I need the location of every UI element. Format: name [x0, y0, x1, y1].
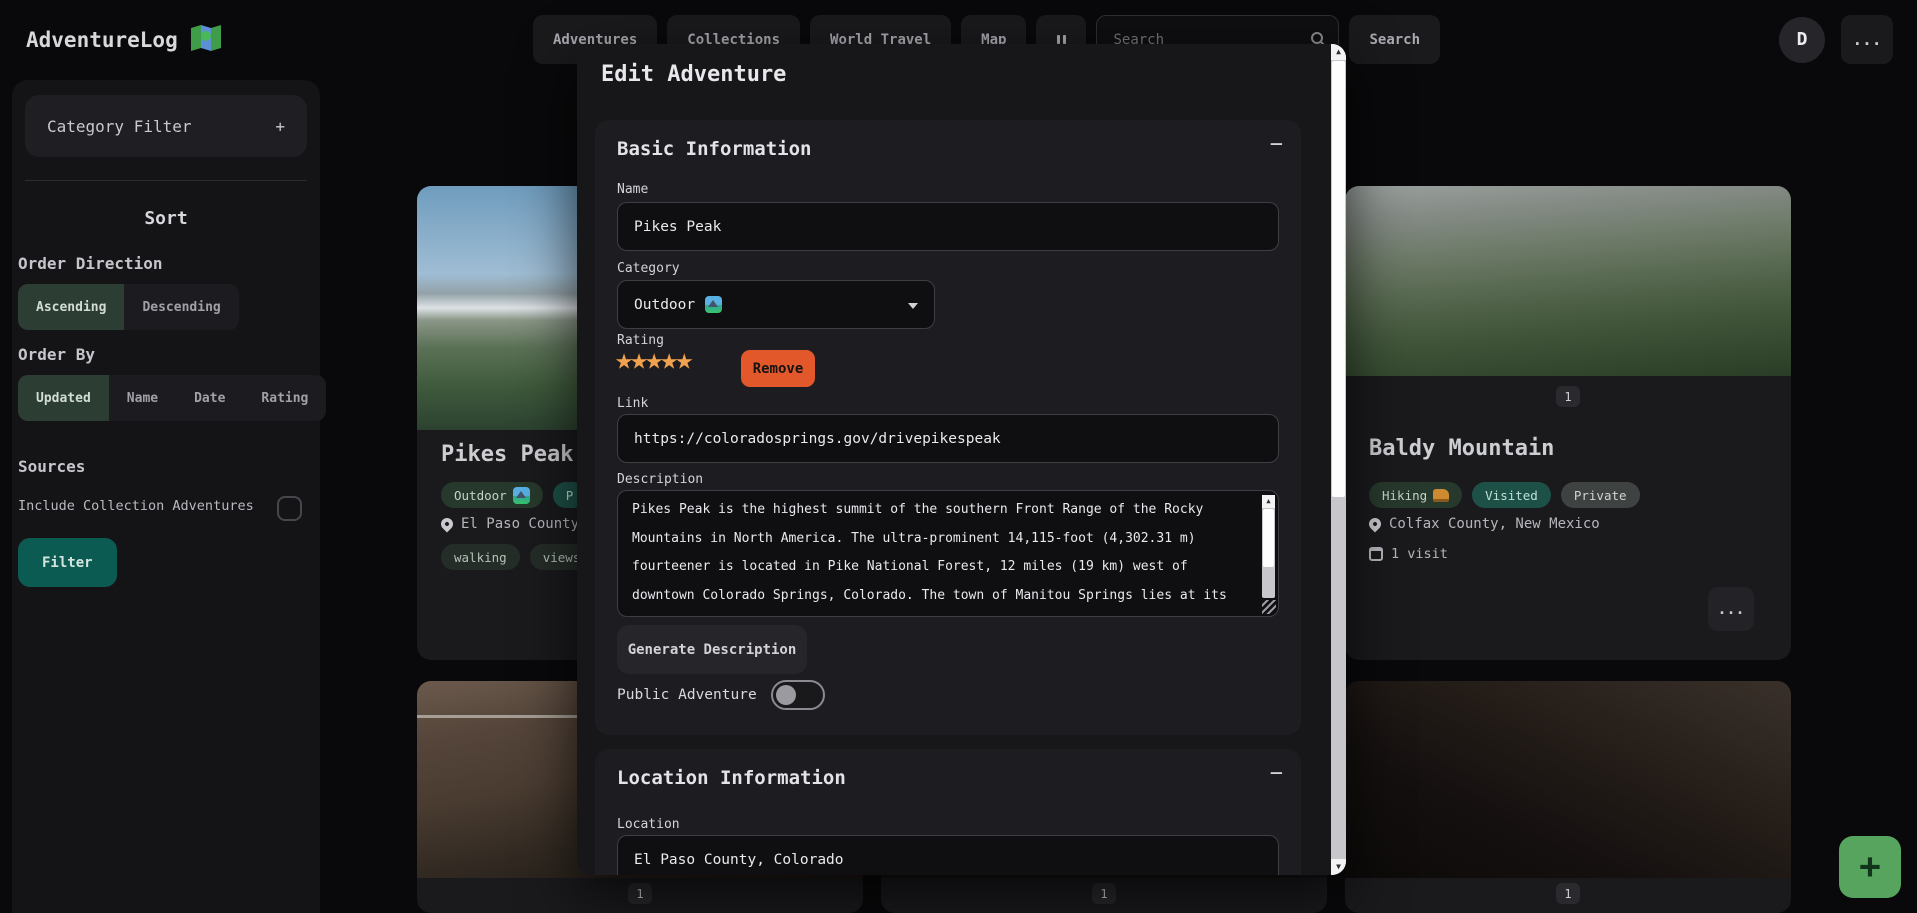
- tag-badge: walking: [441, 544, 520, 570]
- scroll-up-icon[interactable]: ▲: [1331, 44, 1346, 60]
- include-collection-row: Include Collection Adventures: [18, 498, 312, 514]
- category-value: Outdoor: [634, 297, 695, 313]
- remove-rating-button[interactable]: Remove: [741, 350, 815, 387]
- baldy-mountain-photo: [1345, 186, 1791, 376]
- generate-description-button[interactable]: Generate Description: [617, 625, 807, 674]
- location-field[interactable]: [617, 835, 1279, 875]
- filter-button[interactable]: Filter: [18, 538, 117, 587]
- order-by-updated-button[interactable]: Updated: [18, 375, 109, 421]
- order-direction-group: Ascending Descending: [18, 284, 239, 330]
- card-menu-button[interactable]: ...: [1708, 587, 1754, 631]
- toggle-knob: [776, 685, 796, 705]
- category-badge: Outdoor: [441, 482, 543, 508]
- location-pin-icon: [439, 516, 456, 533]
- search-button[interactable]: Search: [1349, 15, 1440, 64]
- order-direction-label: Order Direction: [18, 254, 163, 273]
- category-filter-card[interactable]: Category Filter +: [25, 95, 307, 157]
- section-title: Basic Information: [617, 138, 811, 160]
- card-tags: walking views: [441, 544, 593, 570]
- adventure-card-dunes[interactable]: 1: [1345, 681, 1791, 913]
- visit-count-badge: 1: [628, 883, 652, 904]
- chevron-down-icon: [908, 303, 918, 309]
- description-scrollbar-thumb[interactable]: [1263, 509, 1274, 567]
- avatar[interactable]: D: [1779, 17, 1825, 63]
- calendar-icon: [1369, 547, 1383, 561]
- card-badges: Hiking Visited Private: [1369, 482, 1640, 508]
- order-by-name-button[interactable]: Name: [109, 375, 176, 421]
- collapse-section-button[interactable]: −: [1270, 132, 1283, 157]
- location-pin-icon: [1367, 516, 1384, 533]
- app-root: AdventureLog Adventures Collections Worl…: [0, 0, 1917, 913]
- card-badges: Outdoor P: [441, 482, 586, 508]
- visit-count-badge: 1: [1556, 883, 1580, 904]
- visited-badge: Visited: [1472, 482, 1551, 508]
- sort-heading: Sort: [12, 208, 320, 229]
- card-location-row: Colfax County, New Mexico: [1369, 516, 1600, 532]
- description-label: Description: [617, 472, 703, 487]
- edit-adventure-modal: Edit Adventure Basic Information − Name …: [577, 44, 1346, 875]
- link-label: Link: [617, 396, 648, 411]
- scroll-up-icon[interactable]: ▲: [1262, 495, 1275, 508]
- modal-scrollbar-thumb[interactable]: [1332, 61, 1345, 497]
- filter-sidebar: Category Filter + Sort Order Direction A…: [12, 80, 320, 913]
- public-adventure-label: Public Adventure: [617, 687, 757, 703]
- card-title[interactable]: Pikes Peak: [441, 442, 573, 467]
- sidebar-divider: [25, 180, 307, 181]
- nav-right-cluster: D ...: [1779, 15, 1893, 64]
- add-adventure-fab[interactable]: +: [1839, 836, 1901, 898]
- basic-information-section: Basic Information − Name Category Outdoo…: [595, 120, 1301, 735]
- category-label: Category: [617, 261, 680, 276]
- public-adventure-row: Public Adventure: [617, 680, 825, 710]
- order-ascending-button[interactable]: Ascending: [18, 284, 124, 330]
- brand[interactable]: AdventureLog: [26, 24, 222, 56]
- order-by-date-button[interactable]: Date: [176, 375, 243, 421]
- resize-grip[interactable]: [1262, 600, 1276, 614]
- include-collection-label: Include Collection Adventures: [18, 498, 254, 514]
- order-by-group: Updated Name Date Rating: [18, 375, 326, 421]
- privacy-badge: Private: [1561, 482, 1640, 508]
- order-descending-button[interactable]: Descending: [124, 284, 238, 330]
- card-title[interactable]: Baldy Mountain: [1369, 436, 1554, 461]
- description-text: Pikes Peak is the highest summit of the …: [632, 496, 1254, 617]
- collapse-section-button[interactable]: −: [1270, 761, 1283, 786]
- name-label: Name: [617, 182, 648, 197]
- card-visits-row: 1 visit: [1369, 546, 1448, 562]
- card-location: Colfax County, New Mexico: [1389, 516, 1600, 532]
- add-category-icon[interactable]: +: [275, 117, 285, 136]
- location-information-section: Location Information − Location: [595, 749, 1301, 875]
- category-select[interactable]: Outdoor: [617, 280, 935, 329]
- category-badge: Hiking: [1369, 482, 1462, 508]
- link-field[interactable]: [617, 414, 1279, 463]
- scroll-down-icon[interactable]: ▼: [1331, 859, 1346, 875]
- public-adventure-toggle[interactable]: [771, 680, 825, 710]
- visit-count-badge: 1: [1556, 386, 1580, 407]
- location-label: Location: [617, 817, 680, 832]
- brand-title: AdventureLog: [26, 28, 178, 52]
- card-visits: 1 visit: [1391, 546, 1448, 562]
- visit-count-badge: 1: [1092, 883, 1116, 904]
- national-park-emoji-icon: [705, 296, 722, 313]
- name-field[interactable]: [617, 202, 1279, 251]
- rating-stars[interactable]: ★★★★★: [615, 342, 690, 377]
- description-textarea[interactable]: Pikes Peak is the highest summit of the …: [617, 490, 1279, 617]
- order-by-label: Order By: [18, 345, 95, 364]
- map-logo-icon: [190, 24, 222, 56]
- navbar-more-button[interactable]: ...: [1841, 15, 1893, 64]
- order-by-rating-button[interactable]: Rating: [243, 375, 326, 421]
- description-scrollbar[interactable]: ▲: [1262, 495, 1275, 598]
- adventure-card-baldy-mountain[interactable]: 1 Baldy Mountain Hiking Visited Private …: [1345, 186, 1791, 660]
- section-title: Location Information: [617, 767, 846, 789]
- national-park-emoji-icon: [513, 487, 530, 504]
- quotes-icon: [1057, 35, 1066, 44]
- category-filter-label: Category Filter: [47, 117, 192, 136]
- dunes-photo: [1345, 681, 1791, 878]
- sources-label: Sources: [18, 457, 85, 476]
- modal-title: Edit Adventure: [601, 62, 786, 87]
- hiking-boot-emoji-icon: [1433, 489, 1449, 502]
- include-collection-checkbox[interactable]: [277, 496, 302, 521]
- modal-scrollbar[interactable]: ▲ ▼: [1331, 44, 1346, 875]
